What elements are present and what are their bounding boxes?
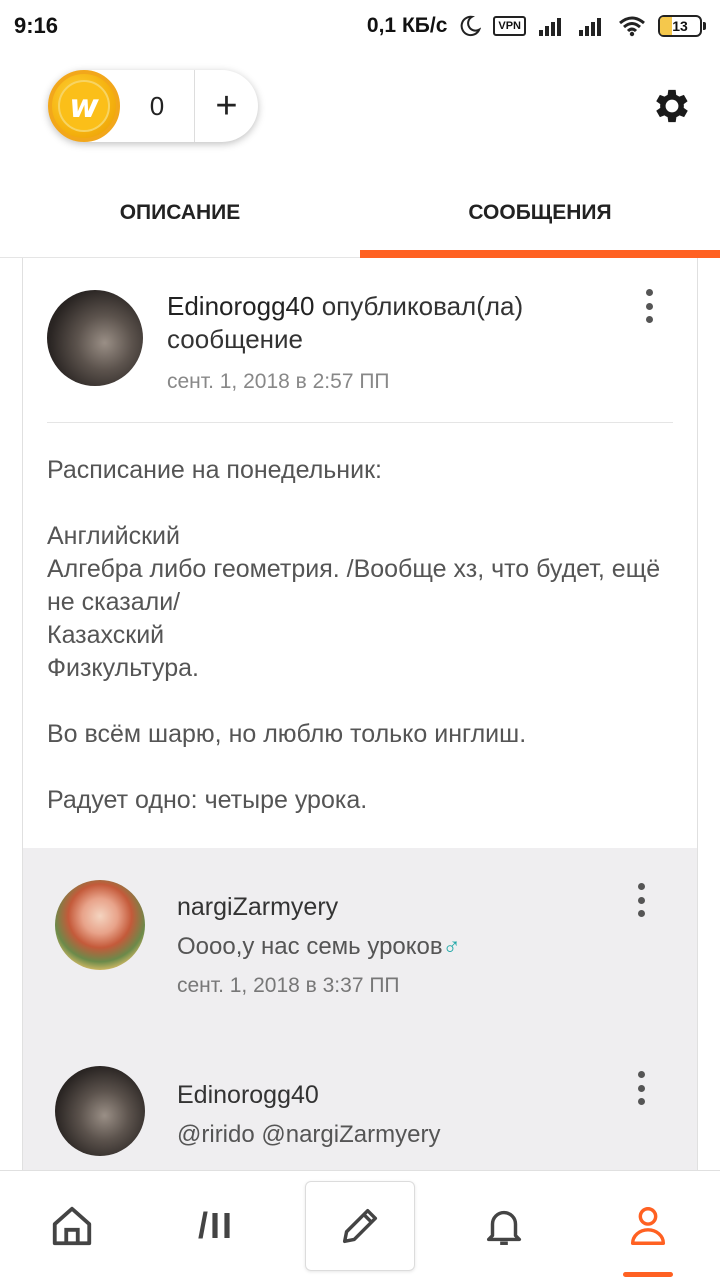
post-paragraph: Расписание на понедельник: bbox=[47, 456, 382, 484]
pencil-icon bbox=[342, 1208, 378, 1243]
add-coins-button[interactable]: + bbox=[195, 85, 258, 128]
comment-author[interactable]: nargiZarmyery bbox=[177, 893, 338, 922]
coin-count: 0 bbox=[149, 90, 165, 121]
bottom-navigation: /II bbox=[0, 1170, 720, 1280]
battery-icon: 13 bbox=[658, 15, 706, 37]
status-icons: 0,1 КБ/с VPN 13 bbox=[367, 14, 706, 38]
battery-level: 13 bbox=[672, 18, 688, 34]
signal-icon bbox=[539, 18, 561, 36]
comments-section: nargiZarmyery Оооо,у нас семь уроков♂ се… bbox=[23, 848, 697, 1170]
tab-messages[interactable]: СООБЩЕНИЯ bbox=[360, 168, 720, 258]
tab-description[interactable]: ОПИСАНИЕ bbox=[0, 168, 360, 257]
comment-text: @rirido @nargiZarmyery bbox=[177, 1121, 441, 1148]
comment-item: Edinorogg40 @rirido @nargiZarmyery bbox=[23, 1066, 697, 1170]
nav-profile[interactable] bbox=[593, 1181, 703, 1277]
nav-notifications[interactable] bbox=[449, 1181, 559, 1271]
status-time: 9:16 bbox=[14, 13, 59, 38]
post-paragraph: Радует одно: четыре урока. bbox=[47, 786, 368, 814]
post-paragraph: Во всём шарю, но люблю только инглиш. bbox=[47, 720, 527, 748]
comment-more-options-icon[interactable] bbox=[629, 1068, 653, 1108]
comment-text: Оооо,у нас семь уроков♂ bbox=[177, 933, 461, 961]
moon-icon bbox=[461, 15, 482, 37]
post-author-line: Edinorogg40 опубликовал(ла) сообщение bbox=[167, 290, 647, 356]
comment-author[interactable]: Edinorogg40 bbox=[177, 1081, 319, 1110]
gear-icon[interactable] bbox=[650, 84, 694, 128]
message-card: Edinorogg40 опубликовал(ла) сообщение се… bbox=[22, 258, 698, 1170]
avatar[interactable] bbox=[55, 1066, 145, 1156]
vpn-icon: VPN bbox=[493, 16, 526, 36]
nav-library[interactable]: /II bbox=[161, 1181, 271, 1271]
avatar[interactable] bbox=[55, 880, 145, 970]
nav-home[interactable] bbox=[17, 1181, 127, 1271]
divider bbox=[47, 422, 673, 423]
profile-icon bbox=[630, 1206, 666, 1245]
status-bar: 9:16 0,1 КБ/с VPN 13 bbox=[0, 0, 720, 52]
post-more-options-icon[interactable] bbox=[637, 286, 661, 326]
coin-icon: w bbox=[48, 70, 120, 142]
signal-icon-2 bbox=[579, 18, 601, 36]
post-author-name[interactable]: Edinorogg40 bbox=[167, 291, 314, 321]
avatar[interactable] bbox=[47, 290, 143, 386]
comment-more-options-icon[interactable] bbox=[629, 880, 653, 920]
post-body: Расписание на понедельник: Английский Ал… bbox=[47, 454, 667, 850]
tab-bar: ОПИСАНИЕ СООБЩЕНИЯ bbox=[0, 168, 720, 258]
network-speed: 0,1 КБ/с bbox=[366, 14, 448, 37]
comment-text-content: Оооо,у нас семь уроков bbox=[177, 933, 443, 960]
library-icon: /II bbox=[197, 1204, 234, 1246]
coin-balance-widget[interactable]: w 0 + bbox=[48, 70, 258, 142]
male-sign-emoji: ♂ bbox=[442, 933, 461, 960]
comment-date: сент. 1, 2018 в 3:37 ПП bbox=[177, 974, 400, 997]
home-icon bbox=[52, 1206, 92, 1245]
comment-item: nargiZarmyery Оооо,у нас семь уроков♂ се… bbox=[23, 878, 697, 1058]
post-header: Edinorogg40 опубликовал(ла) сообщение се… bbox=[23, 258, 697, 423]
bell-icon bbox=[486, 1210, 522, 1245]
wifi-icon bbox=[619, 16, 645, 37]
post-date: сент. 1, 2018 в 2:57 ПП bbox=[167, 370, 390, 393]
post-paragraph: Английский Алгебра либо геометрия. /Вооб… bbox=[47, 522, 661, 682]
nav-write[interactable] bbox=[305, 1180, 415, 1271]
